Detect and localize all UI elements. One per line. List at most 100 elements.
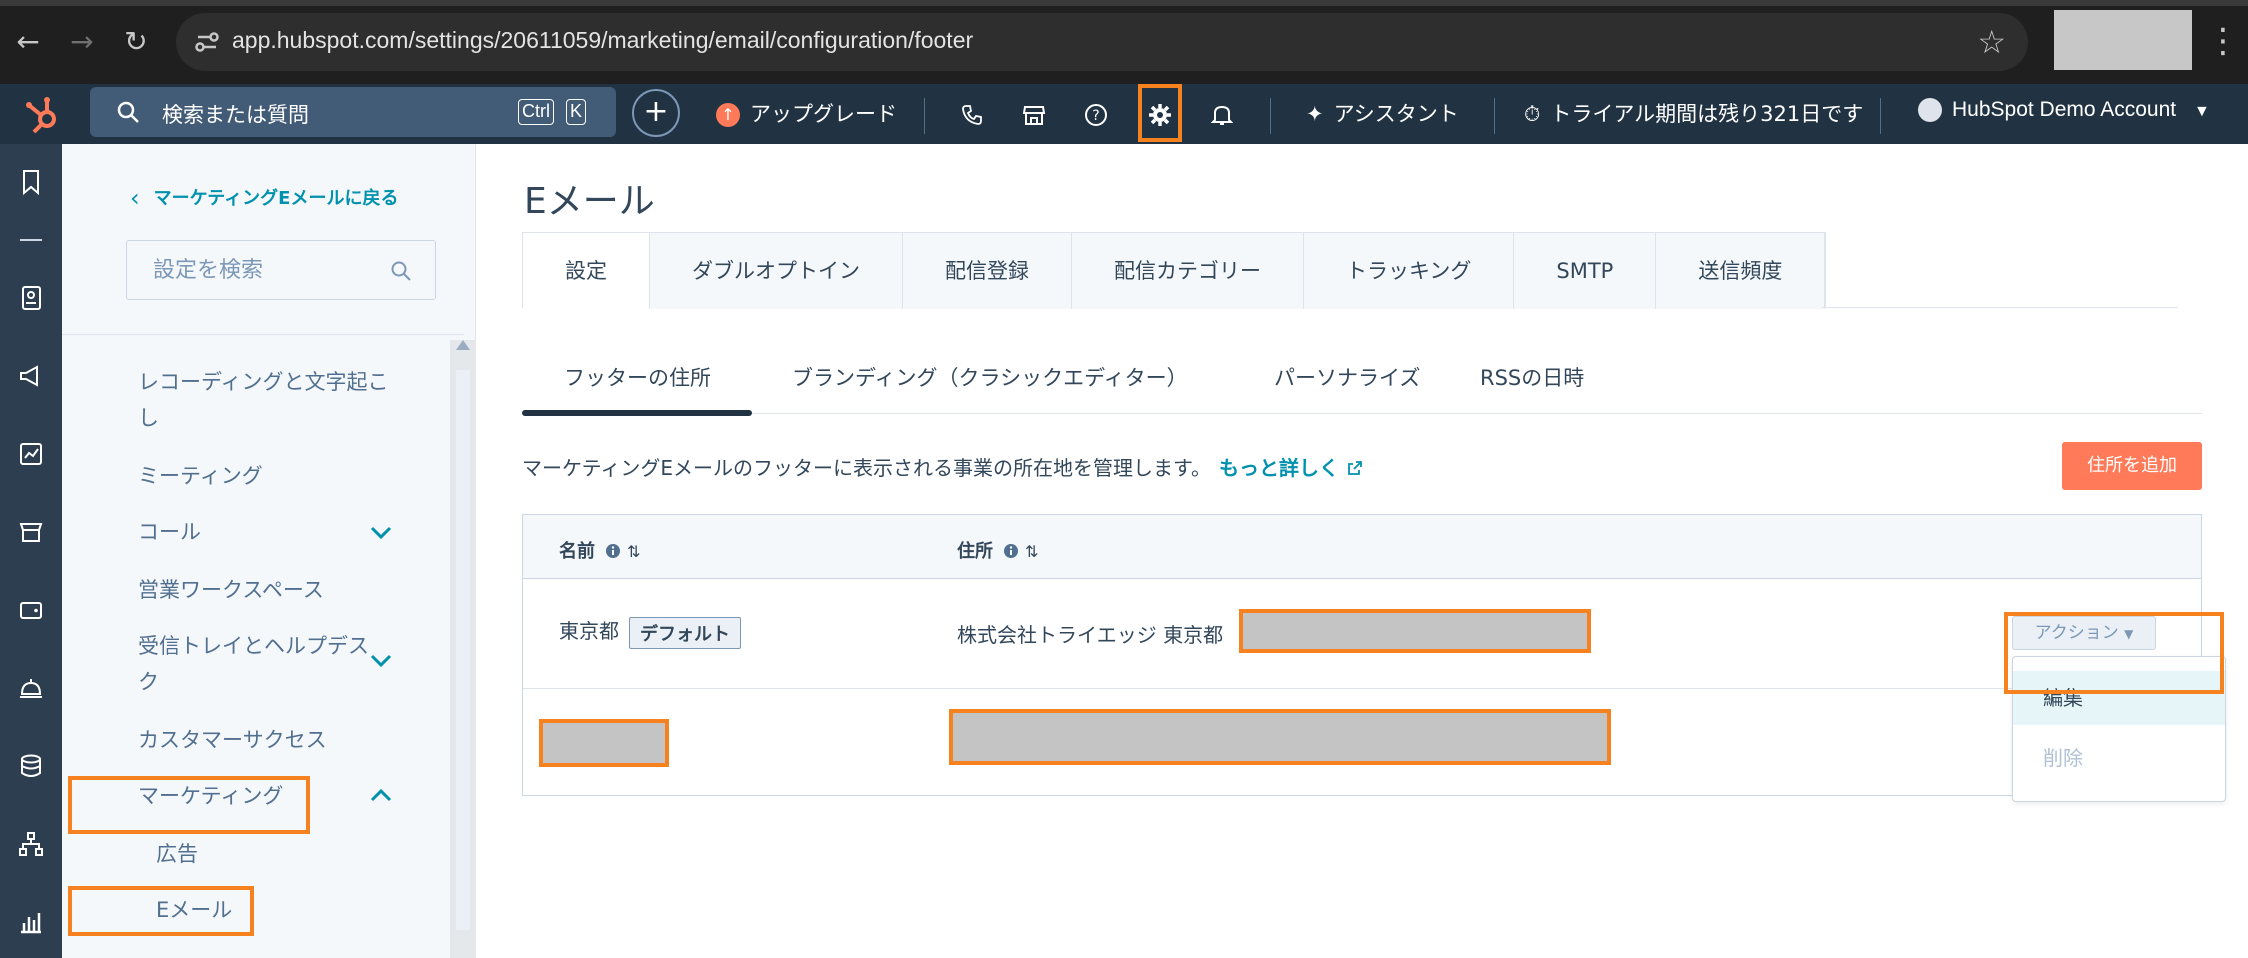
table-row: 東京都 デフォルト 株式会社トライエッジ 東京都 bbox=[523, 579, 2201, 689]
add-address-button[interactable]: 住所を追加 bbox=[2062, 442, 2202, 490]
chevron-down-icon[interactable] bbox=[370, 654, 392, 668]
chevron-down-icon[interactable] bbox=[370, 526, 392, 540]
tab-subscriptions[interactable]: 配信登録 bbox=[903, 233, 1072, 309]
reports-icon[interactable] bbox=[17, 440, 45, 468]
tab-strip bbox=[0, 0, 2248, 6]
search-icon bbox=[117, 101, 139, 123]
account-menu[interactable]: HubSpot Demo Account ▼ bbox=[1918, 98, 2210, 123]
scroll-up-arrow-icon[interactable] bbox=[456, 340, 470, 350]
column-header-name[interactable]: 名前 ⇅ bbox=[559, 537, 640, 563]
description-text: マーケティングEメールのフッターに表示される事業の所在地を管理します。 bbox=[522, 456, 1212, 480]
account-label: HubSpot Demo Account bbox=[1952, 98, 2177, 121]
actions-highlight bbox=[2004, 612, 2224, 694]
hubspot-logo-icon[interactable] bbox=[20, 92, 66, 138]
sidebar-item-customer-success[interactable]: カスタマーサクセス bbox=[138, 722, 327, 758]
subtab-rss-date[interactable]: RSSの日時 bbox=[1480, 362, 1584, 392]
contacts-icon[interactable] bbox=[17, 284, 45, 312]
sort-icon[interactable]: ⇅ bbox=[1025, 542, 1038, 561]
column-header-address[interactable]: 住所 ⇅ bbox=[957, 537, 1038, 563]
url-text[interactable]: app.hubspot.com/settings/20611059/market… bbox=[232, 27, 973, 54]
sidebar-item-sales-workspace[interactable]: 営業ワークスペース bbox=[138, 572, 324, 608]
global-search[interactable]: 検索または質問 Ctrl K bbox=[90, 87, 616, 137]
megaphone-icon[interactable] bbox=[17, 362, 45, 390]
row-name: 東京都 デフォルト bbox=[559, 615, 741, 649]
table-header: 名前 ⇅ 住所 ⇅ bbox=[523, 515, 2201, 579]
nav-divider bbox=[1270, 98, 1271, 134]
address-bar[interactable]: app.hubspot.com/settings/20611059/market… bbox=[176, 13, 2028, 71]
browser-menu-icon[interactable]: ⋮ bbox=[2206, 18, 2240, 64]
tab-tracking[interactable]: トラッキング bbox=[1304, 233, 1515, 309]
assistant-button[interactable]: ✦ アシスタント bbox=[1306, 98, 1459, 128]
search-label: 検索または質問 bbox=[162, 103, 309, 127]
trial-status[interactable]: ⏱ トライアル期間は残り321日です bbox=[1524, 98, 1863, 128]
bookmark-star-icon[interactable]: ☆ bbox=[1977, 23, 2006, 61]
sidebar-item-inbox-helpdesk-cont[interactable]: ク bbox=[138, 664, 159, 700]
subtab-branding[interactable]: ブランディング（クラシックエディター） bbox=[792, 362, 1188, 392]
gear-icon[interactable] bbox=[1142, 96, 1178, 132]
sidebar-item-marketing[interactable]: マーケティング bbox=[138, 778, 283, 814]
tab-double-optin[interactable]: ダブルオプトイン bbox=[650, 233, 903, 309]
subtab-personalize[interactable]: パーソナライズ bbox=[1274, 362, 1420, 392]
sidebar-item-recording[interactable]: レコーディングと文字起こ bbox=[138, 364, 389, 400]
back-link-label: マーケティングEメールに戻る bbox=[153, 188, 399, 209]
tab-settings[interactable]: 設定 bbox=[523, 233, 650, 309]
subtabs-baseline bbox=[522, 413, 2202, 414]
upgrade-label: アップグレード bbox=[750, 102, 897, 126]
sidebar-item-ads[interactable]: 広告 bbox=[156, 836, 198, 872]
back-to-marketing-email-link[interactable]: ‹ マーケティングEメールに戻る bbox=[130, 184, 398, 212]
nav-divider bbox=[924, 98, 925, 134]
learn-more-link[interactable]: もっと詳しく bbox=[1219, 456, 1339, 480]
bookmark-icon[interactable] bbox=[17, 168, 45, 196]
wallet-icon[interactable] bbox=[17, 596, 45, 624]
top-navigation: 検索または質問 Ctrl K + ↑ アップグレード ? ✦ アシスタント ⏱ トライ… bbox=[0, 84, 2248, 144]
subtab-footer-address[interactable]: フッターの住所 bbox=[564, 362, 711, 392]
row-address: 株式会社トライエッジ 東京都 bbox=[957, 623, 1224, 647]
create-plus-button[interactable]: + bbox=[632, 89, 680, 137]
sort-icon[interactable]: ⇅ bbox=[627, 542, 640, 561]
bell-icon[interactable] bbox=[1204, 96, 1240, 132]
address-table: 名前 ⇅ 住所 ⇅ 東京都 デフォルト 株式会社トライエッジ 東京都 bbox=[522, 514, 2202, 796]
arrow-right-icon[interactable]: → bbox=[62, 22, 102, 62]
marketplace-icon[interactable] bbox=[1016, 96, 1052, 132]
main-content: Eメール 設定 ダブルオプトイン 配信登録 配信カテゴリー トラッキング SMT… bbox=[476, 144, 2248, 958]
site-info-icon[interactable] bbox=[192, 27, 222, 57]
commerce-icon[interactable] bbox=[17, 518, 45, 546]
sidebar-item-email[interactable]: Eメール bbox=[156, 892, 232, 928]
reload-icon[interactable]: ↻ bbox=[116, 22, 156, 62]
tab-smtp[interactable]: SMTP bbox=[1514, 233, 1657, 309]
avatar bbox=[1918, 98, 1942, 123]
page-title: Eメール bbox=[524, 181, 655, 222]
org-chart-icon[interactable] bbox=[17, 830, 45, 858]
sidebar-item-recording-cont[interactable]: し bbox=[138, 400, 159, 436]
service-bell-icon[interactable] bbox=[17, 674, 45, 702]
sidebar-scrollbar[interactable] bbox=[450, 340, 476, 958]
settings-search[interactable] bbox=[126, 240, 436, 300]
kbd-ctrl: Ctrl bbox=[518, 99, 554, 125]
help-icon[interactable]: ? bbox=[1078, 96, 1114, 132]
sidebar-item-calls[interactable]: コール bbox=[138, 514, 201, 550]
menu-item-delete[interactable]: 削除 bbox=[2013, 731, 2225, 785]
upgrade-arrow-icon: ↑ bbox=[716, 103, 740, 127]
redaction-highlight bbox=[1239, 609, 1591, 653]
tab-subscription-types[interactable]: 配信カテゴリー bbox=[1072, 233, 1304, 309]
tab-send-frequency[interactable]: 送信頻度 bbox=[1656, 233, 1826, 309]
upgrade-button[interactable]: ↑ アップグレード bbox=[716, 98, 897, 128]
sidebar-item-inbox-helpdesk[interactable]: 受信トレイとヘルプデス bbox=[138, 628, 369, 664]
nav-divider bbox=[1880, 98, 1881, 134]
info-icon[interactable] bbox=[1003, 543, 1019, 559]
arrow-left-icon[interactable]: ← bbox=[8, 22, 48, 62]
bar-chart-icon[interactable] bbox=[17, 908, 45, 936]
chevron-up-icon[interactable] bbox=[370, 788, 392, 802]
browser-profile-redacted[interactable] bbox=[2054, 10, 2192, 70]
phone-icon[interactable] bbox=[954, 96, 990, 132]
info-icon[interactable] bbox=[605, 543, 621, 559]
sidebar-item-meetings[interactable]: ミーティング bbox=[138, 458, 263, 494]
default-badge: デフォルト bbox=[629, 616, 741, 649]
database-icon[interactable] bbox=[17, 752, 45, 780]
assistant-label: アシスタント bbox=[1333, 102, 1459, 126]
external-link-icon[interactable] bbox=[1347, 460, 1363, 476]
scroll-thumb[interactable] bbox=[456, 370, 470, 930]
chevron-left-icon: ‹ bbox=[130, 184, 140, 212]
search-icon bbox=[391, 261, 411, 281]
timer-icon: ⏱ bbox=[1524, 102, 1541, 126]
